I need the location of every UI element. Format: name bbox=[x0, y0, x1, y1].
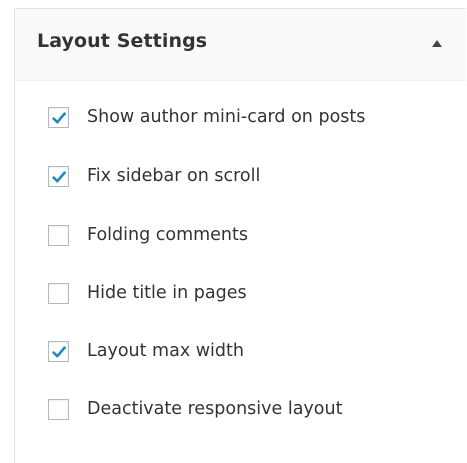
option-label: Deactivate responsive layout bbox=[87, 399, 343, 419]
checkmark-icon bbox=[52, 111, 66, 123]
checkbox[interactable] bbox=[48, 106, 69, 128]
panel-header[interactable]: Layout Settings bbox=[15, 9, 466, 81]
option-label: Hide title in pages bbox=[87, 283, 247, 303]
option-layout-max-width[interactable]: Layout max width bbox=[48, 339, 244, 363]
option-label: Layout max width bbox=[87, 341, 244, 361]
option-deactivate-responsive-layout[interactable]: Deactivate responsive layout bbox=[48, 397, 342, 421]
option-hide-title-in-pages[interactable]: Hide title in pages bbox=[48, 281, 247, 305]
checkbox[interactable] bbox=[48, 165, 69, 187]
option-label: Show author mini-card on posts bbox=[87, 107, 366, 127]
checkbox[interactable] bbox=[48, 282, 69, 304]
checkbox[interactable] bbox=[48, 398, 69, 420]
checkbox[interactable] bbox=[48, 340, 69, 362]
checkmark-icon bbox=[52, 170, 66, 182]
panel-title: Layout Settings bbox=[37, 30, 208, 52]
option-show-author-mini-card[interactable]: Show author mini-card on posts bbox=[48, 105, 365, 129]
layout-settings-panel: Layout Settings Show author mini-card on… bbox=[14, 8, 466, 463]
checkbox[interactable] bbox=[48, 224, 69, 246]
checkmark-icon bbox=[52, 345, 66, 357]
option-label: Folding comments bbox=[87, 225, 249, 245]
option-label: Fix sidebar on scroll bbox=[87, 166, 261, 186]
option-fix-sidebar-on-scroll[interactable]: Fix sidebar on scroll bbox=[48, 164, 260, 188]
option-folding-comments[interactable]: Folding comments bbox=[48, 223, 248, 247]
collapse-toggle-icon[interactable] bbox=[432, 40, 442, 47]
